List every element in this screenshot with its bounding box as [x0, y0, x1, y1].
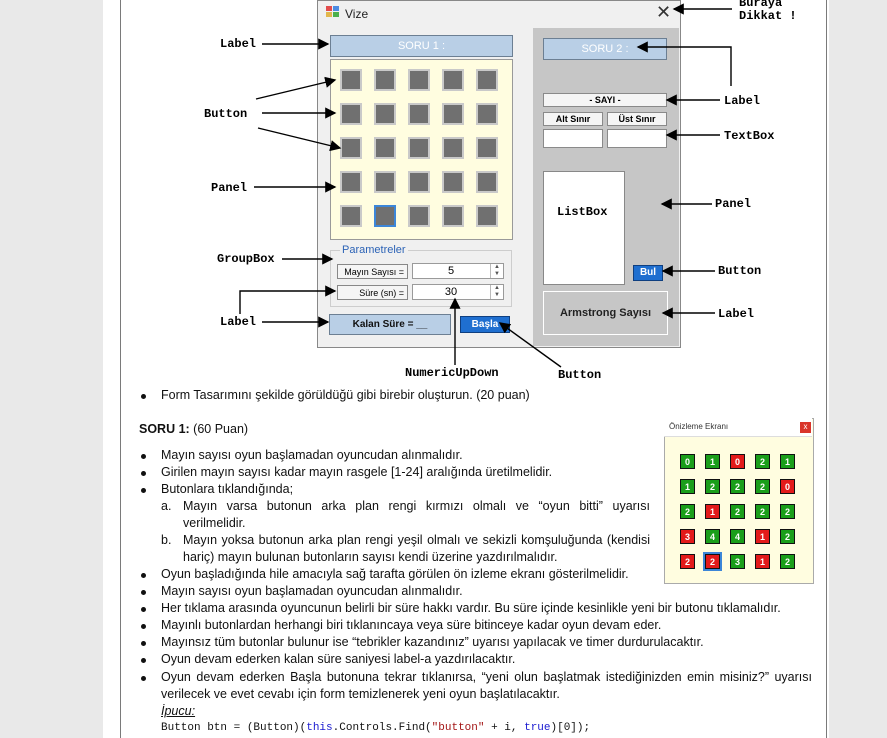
preview-cell: 1: [755, 529, 770, 544]
preview-cell: 2: [703, 552, 722, 571]
req-4: Oyun başladığında hile amacıyla sağ tara…: [161, 567, 629, 581]
preview-cell: 2: [780, 554, 795, 569]
sub-a-line2: verilmelidir.: [183, 516, 246, 530]
bullet: [141, 607, 146, 612]
bullet: [141, 471, 146, 476]
preview-cell: 2: [780, 529, 795, 544]
preview-cell: 0: [680, 454, 695, 469]
sub-b-line1: Mayın yoksa butonun arka plan rengi yeşi…: [183, 533, 650, 547]
code-part: Button btn = (Button)(: [161, 722, 307, 734]
preview-cell: 0: [730, 454, 745, 469]
preview-cell: 3: [730, 554, 745, 569]
annot-button-left: Button: [204, 107, 248, 121]
annot-panel-left: Panel: [211, 181, 248, 195]
annot-dikkat: Dikkat !: [739, 9, 797, 23]
preview-cell: 1: [680, 479, 695, 494]
req-8: Mayınsız tüm butonlar bulunur ise “tebri…: [161, 635, 704, 649]
req-7: Mayınlı butonlardan herhangi biri tıklan…: [161, 618, 662, 632]
annot-label-left-bottom: Label: [220, 315, 257, 329]
preview-titlebar: Önizleme Ekranı x: [664, 418, 812, 437]
soru1-heading: SORU 1: (60 Puan): [139, 422, 248, 436]
hint-label: İpucu:: [161, 704, 196, 718]
annot-panel-right: Panel: [715, 197, 752, 211]
preview-cell: 4: [705, 529, 720, 544]
annot-numericupdown: NumericUpDown: [405, 366, 499, 380]
preview-cell: 1: [755, 554, 770, 569]
code-snippet: Button btn = (Button)(this.Controls.Find…: [161, 722, 590, 734]
sub-a-marker: a.: [161, 499, 172, 513]
code-keyword: this: [306, 722, 333, 734]
preview-cell: 3: [680, 529, 695, 544]
annot-button-bottom: Button: [558, 368, 602, 382]
req-10-line1: Oyun devam ederken Başla butonuna tekrar…: [161, 670, 812, 684]
annot-groupbox: GroupBox: [217, 252, 275, 266]
req-6: Her tıklama arasında oyuncunun belirli b…: [161, 601, 781, 615]
sub-b-line2: hariç) mayın bulunan butonların sayısı k…: [183, 550, 558, 564]
preview-cell: 4: [730, 529, 745, 544]
preview-title: Önizleme Ekranı: [669, 422, 729, 431]
bullet: [141, 394, 146, 399]
sub-a-line1: Mayın varsa butonun arka plan rengi kırm…: [183, 499, 650, 513]
req-1: Mayın sayısı oyun başlamadan oyuncudan a…: [161, 448, 463, 462]
preview-close-icon[interactable]: x: [800, 422, 811, 433]
bullet: [141, 488, 146, 493]
preview-cell: 2: [680, 504, 695, 519]
code-part: + i,: [484, 722, 525, 734]
preview-cell: 2: [730, 504, 745, 519]
preview-cell: 2: [680, 554, 695, 569]
annot-label-left-top: Label: [220, 37, 257, 51]
preview-cell: 1: [705, 454, 720, 469]
req-10-line2: verilecek ve evet cevabı için form temiz…: [161, 687, 560, 701]
bullet: [141, 676, 146, 681]
annot-label-right-bottom: Label: [718, 307, 755, 321]
bullet: [141, 573, 146, 578]
preview-cell: 1: [705, 504, 720, 519]
preview-cell: 2: [780, 504, 795, 519]
preview-cell: 2: [755, 504, 770, 519]
preview-cell: 2: [755, 454, 770, 469]
preview-cell: 0: [780, 479, 795, 494]
req-9: Oyun devam ederken kalan süre saniyesi l…: [161, 652, 516, 666]
bullet: [141, 590, 146, 595]
bullet: [141, 454, 146, 459]
req-2: Girilen mayın sayısı kadar mayın rasgele…: [161, 465, 553, 479]
preview-cell: 2: [730, 479, 745, 494]
soru1-title: SORU 1:: [139, 422, 190, 436]
bullet: [141, 658, 146, 663]
code-part: )[0]);: [550, 722, 591, 734]
form-design-text: Form Tasarımını şekilde görüldüğü gibi b…: [161, 388, 530, 402]
req-3: Butonlara tıklandığında;: [161, 482, 294, 496]
annot-button-right: Button: [718, 264, 762, 278]
bullet: [141, 641, 146, 646]
annot-label-right-top: Label: [724, 94, 761, 108]
code-string: "button": [431, 722, 485, 734]
sub-b-marker: b.: [161, 533, 172, 547]
preview-cell: 2: [705, 479, 720, 494]
code-part: .Controls.Find(: [332, 722, 432, 734]
preview-cell: 1: [780, 454, 795, 469]
soru1-points: (60 Puan): [189, 422, 249, 436]
preview-cell: 2: [755, 479, 770, 494]
req-5: Mayın sayısı oyun başlamadan oyuncudan a…: [161, 584, 463, 598]
annot-textbox: TextBox: [724, 129, 775, 143]
bullet: [141, 624, 146, 629]
code-keyword: true: [524, 722, 551, 734]
